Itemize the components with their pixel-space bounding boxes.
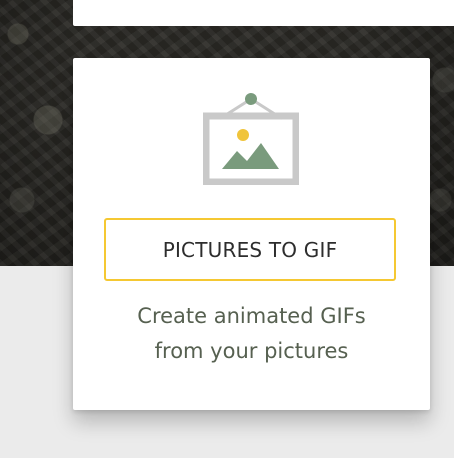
- feature-description-line-2: from your pictures: [154, 339, 349, 363]
- page: PICTURES TO GIF Create animated GIFs fro…: [0, 0, 454, 458]
- feature-description: Create animated GIFs from your pictures: [73, 299, 430, 369]
- feature-description-line-1: Create animated GIFs: [137, 304, 366, 328]
- pictures-to-gif-card: PICTURES TO GIF Create animated GIFs fro…: [73, 58, 430, 410]
- pictures-to-gif-button[interactable]: PICTURES TO GIF: [104, 218, 396, 281]
- framed-picture-icon: [202, 91, 300, 186]
- previous-feature-card: [73, 0, 454, 26]
- pictures-to-gif-button-label: PICTURES TO GIF: [162, 237, 338, 262]
